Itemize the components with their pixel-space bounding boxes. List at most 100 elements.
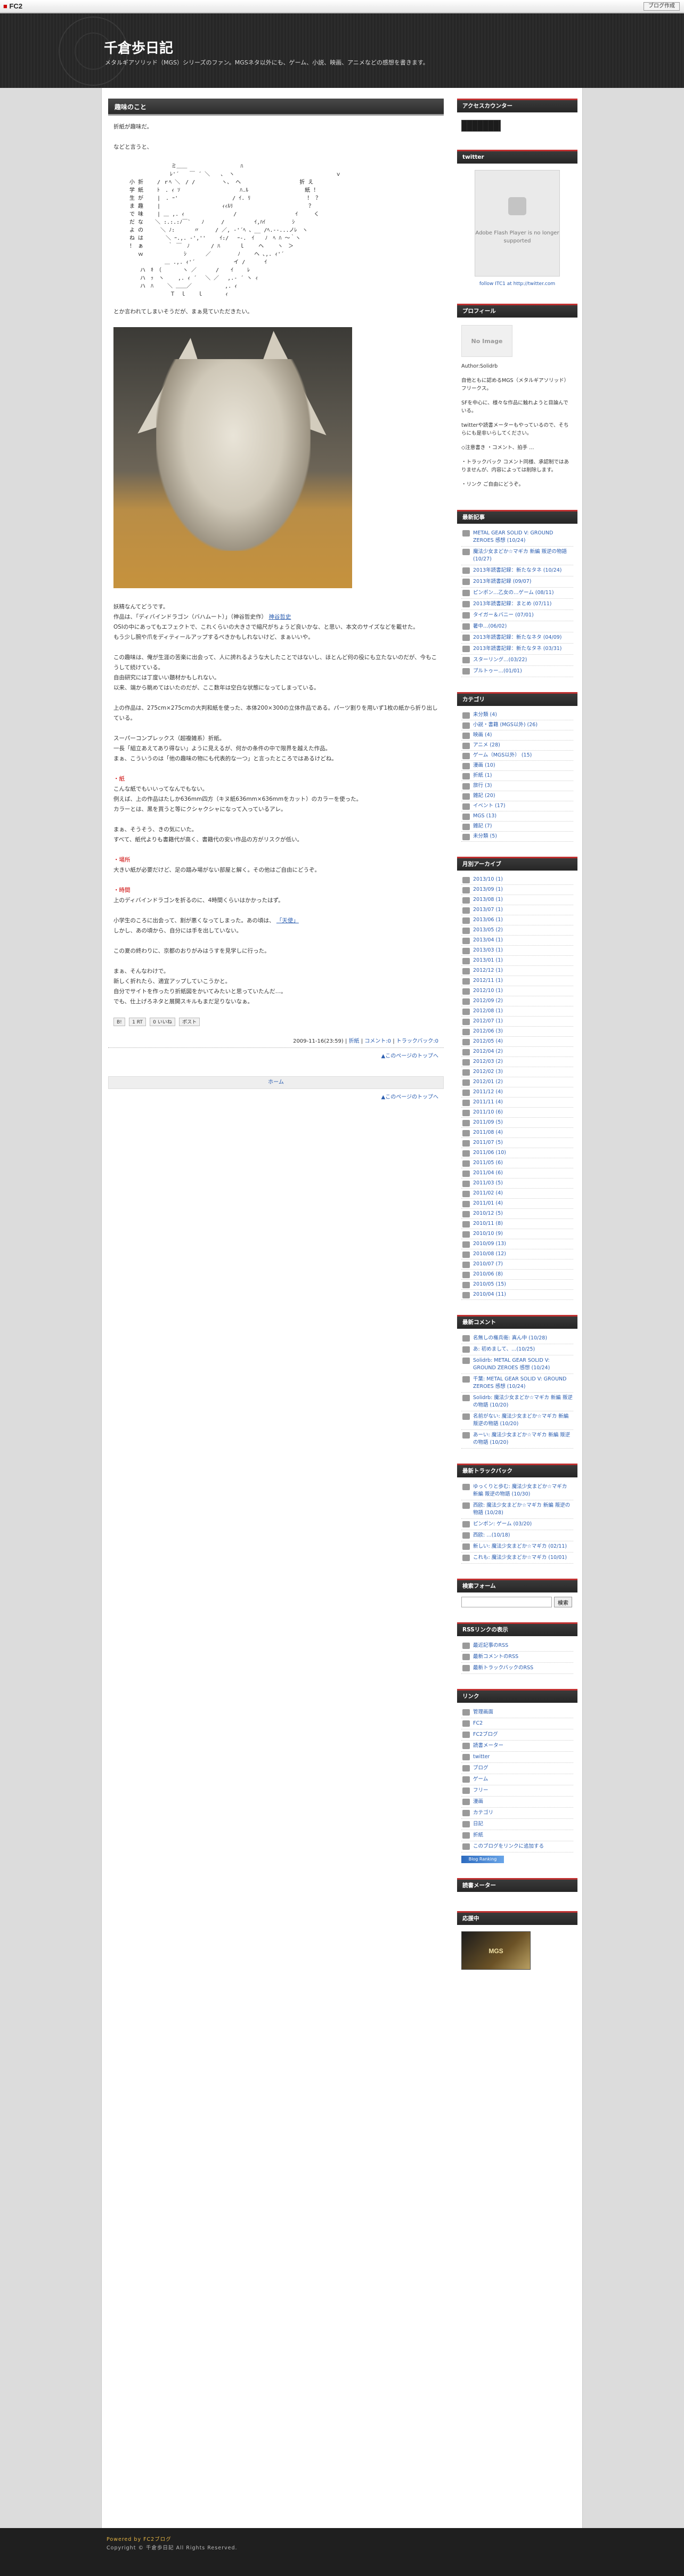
origami-dragon-photo[interactable]: [113, 327, 352, 588]
archive-item[interactable]: 2012/11 (1): [461, 976, 573, 986]
recent-entry-item[interactable]: 2013年読書記録：新たなタネ (03/31): [461, 644, 573, 655]
recent-entry-item[interactable]: タイガー＆バニー (07/01): [461, 610, 573, 621]
link-item[interactable]: FC2ブログ: [461, 1729, 573, 1741]
archive-item[interactable]: 2011/11 (4): [461, 1098, 573, 1108]
fc2-logo[interactable]: ■ FC2: [3, 2, 22, 10]
archive-item[interactable]: 2012/12 (1): [461, 966, 573, 976]
link-item[interactable]: 日記: [461, 1819, 573, 1830]
archive-item[interactable]: 2011/02 (4): [461, 1189, 573, 1199]
link-item[interactable]: 読書メーター: [461, 1741, 573, 1752]
rss-link[interactable]: 最新コメントのRSS: [461, 1652, 573, 1663]
post-button[interactable]: ポスト: [179, 1018, 200, 1026]
link-item[interactable]: FC2: [461, 1718, 573, 1729]
support-banner[interactable]: MGS: [461, 1931, 531, 1970]
link-item[interactable]: カテゴリ: [461, 1808, 573, 1819]
archive-item[interactable]: 2010/09 (13): [461, 1239, 573, 1249]
blog-ranking-banner[interactable]: Blog Ranking: [461, 1856, 504, 1863]
archive-item[interactable]: 2013/08 (1): [461, 895, 573, 905]
archive-item[interactable]: 2012/01 (2): [461, 1077, 573, 1087]
category-link[interactable]: 折紙: [349, 1038, 360, 1044]
archive-item[interactable]: 2011/03 (5): [461, 1179, 573, 1189]
archive-item[interactable]: 2013/07 (1): [461, 905, 573, 915]
rss-link[interactable]: 最近記事のRSS: [461, 1640, 573, 1652]
recent-trackback-item[interactable]: 西欧: 魔法少女まどか☆マギカ 新編 叛逆の物語 (10/28): [461, 1500, 573, 1519]
archive-item[interactable]: 2012/07 (1): [461, 1017, 573, 1027]
archive-item[interactable]: 2013/04 (1): [461, 936, 573, 946]
recent-comment-item[interactable]: あーい: 魔法少女まどか☆マギカ 新編 叛逆の物語 (10/20): [461, 1430, 573, 1449]
category-item[interactable]: 未分類 (5): [461, 832, 573, 842]
recent-entry-item[interactable]: 2013年読書記録 (09/07): [461, 576, 573, 588]
link-item[interactable]: ブログ: [461, 1763, 573, 1774]
link-item[interactable]: 漫画: [461, 1797, 573, 1808]
archive-item[interactable]: 2010/11 (8): [461, 1219, 573, 1229]
search-input[interactable]: [461, 1597, 552, 1607]
archive-item[interactable]: 2013/09 (1): [461, 885, 573, 895]
author-link[interactable]: 神谷哲史: [268, 614, 291, 620]
archive-item[interactable]: 2012/08 (1): [461, 1006, 573, 1017]
recent-entry-item[interactable]: 暑中…(06/02): [461, 621, 573, 632]
rss-link[interactable]: 最新トラックバックのRSS: [461, 1663, 573, 1674]
twitter-follow-link[interactable]: follow ITC1 at http://twitter.com: [461, 280, 573, 289]
archive-item[interactable]: 2011/05 (6): [461, 1158, 573, 1168]
archive-item[interactable]: 2012/06 (3): [461, 1027, 573, 1037]
category-item[interactable]: イベント (17): [461, 801, 573, 811]
recent-comment-item[interactable]: 名前がない: 魔法少女まどか☆マギカ 新編 叛逆の物語 (10/20): [461, 1411, 573, 1430]
create-blog-button[interactable]: ブログ作成: [644, 2, 680, 11]
category-item[interactable]: 映画 (4): [461, 730, 573, 741]
entry-title[interactable]: 趣味のこと: [108, 99, 444, 116]
recent-trackback-item[interactable]: これも: 魔法少女まどか☆マギカ (10/01): [461, 1553, 573, 1564]
archive-item[interactable]: 2010/07 (7): [461, 1259, 573, 1270]
category-item[interactable]: 雑記 (20): [461, 791, 573, 801]
link-item[interactable]: twitter: [461, 1752, 573, 1763]
recent-trackback-item[interactable]: ピンポン: ゲーム (03/20): [461, 1519, 573, 1530]
category-item[interactable]: 未分類 (4): [461, 710, 573, 720]
recent-entry-item[interactable]: 2013年読書記録：新たなネタ (04/09): [461, 632, 573, 644]
category-item[interactable]: 小説・書籍 (MGS以外) (26): [461, 720, 573, 730]
recent-comment-item[interactable]: Solidrb: 魔法少女まどか☆マギカ 新編 叛逆の物語 (10/20): [461, 1393, 573, 1411]
archive-item[interactable]: 2011/07 (5): [461, 1138, 573, 1148]
recent-comment-item[interactable]: Solidrb: METAL GEAR SOLID V: GROUND ZERO…: [461, 1355, 573, 1374]
link-item[interactable]: 管理画面: [461, 1707, 573, 1718]
archive-item[interactable]: 2011/08 (4): [461, 1128, 573, 1138]
inline-link[interactable]: 「天使」: [276, 917, 299, 924]
archive-item[interactable]: 2013/01 (1): [461, 956, 573, 966]
archive-item[interactable]: 2012/10 (1): [461, 986, 573, 996]
category-item[interactable]: ゲーム（MGS以外） (15): [461, 751, 573, 761]
archive-item[interactable]: 2011/01 (4): [461, 1199, 573, 1209]
archive-item[interactable]: 2012/09 (2): [461, 996, 573, 1006]
archive-item[interactable]: 2012/02 (3): [461, 1067, 573, 1077]
archive-item[interactable]: 2010/10 (9): [461, 1229, 573, 1239]
category-item[interactable]: 雑記 (7): [461, 822, 573, 832]
recent-trackback-item[interactable]: 西欧: …(10/18): [461, 1530, 573, 1541]
recent-comment-item[interactable]: 名無しの権兵衛: 真ん中 (10/28): [461, 1333, 573, 1344]
archive-item[interactable]: 2010/08 (12): [461, 1249, 573, 1259]
pager-home-link[interactable]: ホーム: [108, 1076, 444, 1089]
pagetop-link[interactable]: ▲このページのトップへ: [381, 1094, 439, 1100]
recent-entry-item[interactable]: プルトゥー…(01/01): [461, 666, 573, 677]
archive-item[interactable]: 2012/04 (2): [461, 1047, 573, 1057]
recent-entry-item[interactable]: 2013年読書記録：まとめ (07/11): [461, 599, 573, 610]
hatena-bookmark-button[interactable]: B!: [113, 1018, 125, 1026]
archive-item[interactable]: 2013/03 (1): [461, 946, 573, 956]
recent-trackback-item[interactable]: ゆっくりと歩む: 魔法少女まどか☆マギカ 新編 叛逆の物語 (10/30): [461, 1482, 573, 1500]
recent-entry-item[interactable]: スターリング…(03/22): [461, 655, 573, 666]
recent-entry-item[interactable]: 魔法少女まどか☆マギカ 新編 叛逆の物語 (10/27): [461, 547, 573, 565]
search-button[interactable]: 検索: [554, 1597, 572, 1607]
recent-comment-item[interactable]: 千葉: METAL GEAR SOLID V: GROUND ZEROES 感想…: [461, 1374, 573, 1393]
archive-item[interactable]: 2010/04 (11): [461, 1290, 573, 1300]
pagetop-link[interactable]: ▲このページのトップへ: [381, 1053, 439, 1059]
category-item[interactable]: 折紙 (1): [461, 771, 573, 781]
comment-link[interactable]: コメント:0: [364, 1038, 391, 1044]
archive-item[interactable]: 2010/06 (8): [461, 1270, 573, 1280]
archive-item[interactable]: 2010/05 (15): [461, 1280, 573, 1290]
archive-item[interactable]: 2013/10 (1): [461, 875, 573, 885]
like-button[interactable]: 0 いいね: [150, 1018, 175, 1026]
archive-item[interactable]: 2011/12 (4): [461, 1087, 573, 1098]
recent-entry-item[interactable]: ピンポン…乙女の…ゲーム (08/11): [461, 588, 573, 599]
category-item[interactable]: MGS (13): [461, 811, 573, 822]
recent-entry-item[interactable]: 2013年読書記録：新たなタネ (10/24): [461, 565, 573, 576]
category-item[interactable]: 漫画 (10): [461, 761, 573, 771]
link-item[interactable]: 折紙: [461, 1830, 573, 1841]
archive-item[interactable]: 2011/06 (10): [461, 1148, 573, 1158]
recent-trackback-item[interactable]: 新しい: 魔法少女まどか☆マギカ (02/11): [461, 1541, 573, 1553]
